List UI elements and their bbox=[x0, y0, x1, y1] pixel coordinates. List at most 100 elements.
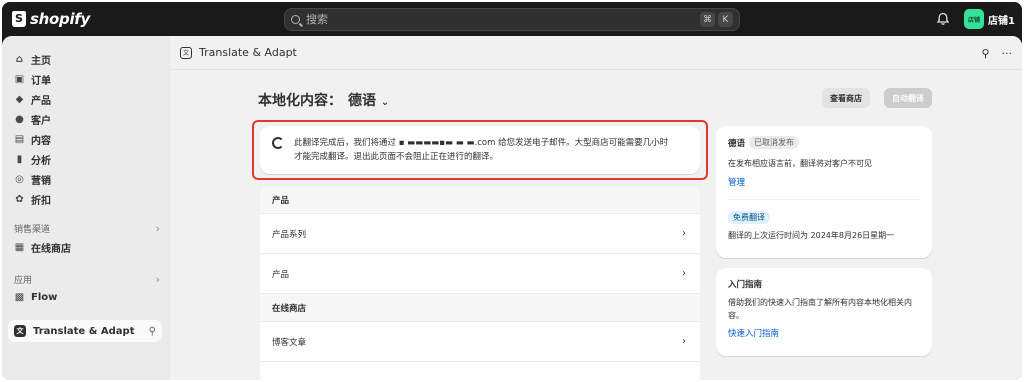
section-label: 产品 bbox=[272, 195, 290, 206]
sidebar-item-label: Flow bbox=[31, 291, 58, 303]
language-label: 德语 bbox=[348, 93, 376, 109]
sidebar-item-label: 在线商店 bbox=[31, 243, 71, 255]
sidebar-item-label: 内容 bbox=[31, 135, 51, 147]
getting-started-card: 入门指南 借助我们的快速入门指南了解所有内容本地化相关内容。 快速入门指南 bbox=[716, 268, 932, 356]
language-selector[interactable]: 德语 ⌄ bbox=[348, 90, 389, 110]
sidebar-item-discounts[interactable]: ✿ 折扣 bbox=[14, 190, 51, 208]
sidebar-item-customers[interactable]: ● 客户 bbox=[14, 110, 51, 128]
card-description: 在发布相应语言前，翻译将对客户不可见 bbox=[728, 159, 872, 168]
home-icon: ⌂ bbox=[15, 53, 24, 65]
auto-translate-button[interactable]: 自动翻译 bbox=[884, 88, 932, 108]
sidebar-item-label: 主页 bbox=[31, 55, 51, 67]
shopify-logo[interactable]: shopify bbox=[12, 10, 90, 28]
section-label: 应用 bbox=[14, 276, 33, 286]
divider bbox=[728, 199, 920, 200]
sidebar-item-label: 折扣 bbox=[31, 195, 51, 207]
sidebar-item-orders[interactable]: ▣ 订单 bbox=[14, 70, 51, 88]
free-translation-badge: 免费翻译 bbox=[728, 211, 770, 224]
list-item-blog-posts[interactable]: 博客文章 › bbox=[260, 322, 700, 362]
sidebar-item-flow[interactable]: ▩ Flow bbox=[14, 288, 58, 306]
chevron-right-icon: › bbox=[155, 222, 160, 235]
sales-channels-section[interactable]: 销售渠道 › bbox=[14, 222, 160, 235]
manage-link[interactable]: 管理 bbox=[728, 176, 920, 188]
translate-app-icon: 文 bbox=[180, 46, 192, 59]
sidebar-item-translate-adapt[interactable]: 文 Translate & Adapt ⚲ bbox=[8, 320, 162, 342]
discount-icon: ✿ bbox=[15, 193, 24, 205]
shopify-bag-icon bbox=[12, 11, 26, 27]
storefront-icon: ▦ bbox=[14, 241, 25, 253]
translate-app-icon: 文 bbox=[14, 325, 26, 337]
sidebar-item-online-store[interactable]: ▦ 在线商店 bbox=[14, 238, 71, 256]
page-title-text: 本地化内容： bbox=[258, 93, 342, 109]
list-section-header: 产品 bbox=[260, 186, 700, 214]
store-menu-button[interactable]: 店铺 店铺1 bbox=[964, 9, 1015, 29]
chevron-right-icon: › bbox=[155, 273, 160, 286]
chevron-right-icon: › bbox=[682, 336, 686, 347]
sidebar: ⌂ 主页 ▣ 订单 ◆ 产品 ● 客户 ▤ 内容 ▮ 分析 ◎ 营销 ✿ 折扣 … bbox=[2, 36, 170, 380]
logo-text: shopify bbox=[30, 10, 90, 28]
last-run-text: 翻译的上次运行时间为 2024年8月26日星期一 bbox=[728, 231, 895, 240]
list-item-label: 博客文章 bbox=[272, 337, 307, 348]
person-icon: ● bbox=[15, 113, 24, 125]
page-title: 本地化内容： 德语 ⌄ bbox=[258, 90, 389, 110]
sidebar-item-label: 营销 bbox=[31, 175, 51, 187]
pin-icon[interactable]: ⚲ bbox=[149, 326, 156, 337]
search-bar[interactable]: ⌘ K bbox=[284, 8, 740, 31]
list-section-header: 在线商店 bbox=[260, 294, 700, 322]
resource-list-card: 产品 产品系列 › 产品 › 在线商店 博客文章 › bbox=[260, 186, 700, 380]
search-icon bbox=[291, 15, 300, 24]
section-label: 销售渠道 bbox=[14, 225, 51, 235]
list-item-label: 产品系列 bbox=[272, 229, 307, 240]
tag-icon: ◆ bbox=[15, 93, 24, 105]
card-header: 德语 已取消发布 bbox=[728, 136, 920, 149]
chevron-right-icon: › bbox=[682, 268, 686, 279]
banner-line-1: 此翻译完成后，我们将通过 ▪ ▬▬▬▬▪▬ ▬ ▬.com 给您发送电子邮件。大… bbox=[294, 138, 669, 148]
top-bar: shopify ⌘ K 店铺 店铺1 bbox=[2, 2, 1022, 36]
section-label: 在线商店 bbox=[272, 303, 307, 314]
admin-shell: ⌂ 主页 ▣ 订单 ◆ 产品 ● 客户 ▤ 内容 ▮ 分析 ◎ 营销 ✿ 折扣 … bbox=[2, 36, 1022, 380]
sidebar-item-analytics[interactable]: ▮ 分析 bbox=[14, 150, 51, 168]
card-title: 入门指南 bbox=[728, 280, 763, 290]
notification-bell-icon[interactable] bbox=[936, 12, 950, 26]
list-item-products[interactable]: 产品 › bbox=[260, 254, 700, 294]
app-title: Translate & Adapt bbox=[199, 46, 297, 59]
chevron-right-icon: › bbox=[682, 228, 686, 239]
search-input[interactable] bbox=[306, 13, 697, 26]
banner-line-2: 才能完成翻译。退出此页面不会阻止正在进行的翻译。 bbox=[294, 152, 499, 162]
status-badge: 已取消发布 bbox=[749, 136, 800, 149]
card-title: 德语 bbox=[728, 138, 746, 149]
orders-icon: ▣ bbox=[14, 73, 25, 85]
language-status-card: 德语 已取消发布 在发布相应语言前，翻译将对客户不可见 管理 免费翻译 翻译的上… bbox=[716, 126, 932, 258]
sidebar-item-label: 订单 bbox=[31, 75, 51, 87]
marketing-icon: ◎ bbox=[15, 173, 24, 185]
apps-section[interactable]: 应用 › bbox=[14, 273, 160, 286]
pin-icon[interactable]: ⚲ bbox=[981, 47, 989, 60]
sidebar-item-marketing[interactable]: ◎ 营销 bbox=[14, 170, 51, 188]
sidebar-item-products[interactable]: ◆ 产品 bbox=[14, 90, 51, 108]
sidebar-item-label: 客户 bbox=[31, 115, 51, 127]
shortcut-key-k: K bbox=[718, 12, 733, 27]
store-avatar: 店铺 bbox=[964, 9, 984, 29]
content-icon: ▤ bbox=[14, 133, 25, 145]
banner-message: 此翻译完成后，我们将通过 ▪ ▬▬▬▬▪▬ ▬ ▬.com 给您发送电子邮件。大… bbox=[294, 136, 668, 164]
flow-app-icon: ▩ bbox=[14, 291, 25, 303]
header-actions: ⚲ ··· bbox=[981, 47, 1012, 60]
analytics-icon: ▮ bbox=[16, 153, 23, 165]
card-description: 借助我们的快速入门指南了解所有内容本地化相关内容。 bbox=[728, 298, 912, 320]
sidebar-item-label: 分析 bbox=[31, 155, 51, 167]
shortcut-key-cmd: ⌘ bbox=[700, 12, 715, 27]
sidebar-item-label: 产品 bbox=[31, 95, 51, 107]
quick-start-link[interactable]: 快速入门指南 bbox=[728, 327, 920, 339]
chevron-down-icon: ⌄ bbox=[380, 97, 390, 108]
list-item-collections[interactable]: 产品系列 › bbox=[260, 214, 700, 254]
sidebar-item-label: Translate & Adapt bbox=[33, 325, 135, 337]
app-window: shopify ⌘ K 店铺 店铺1 ⌂ 主页 ▣ 订单 bbox=[2, 2, 1022, 380]
app-header: 文 Translate & Adapt ⚲ ··· bbox=[170, 36, 1022, 70]
sidebar-item-content[interactable]: ▤ 内容 bbox=[14, 130, 51, 148]
spinner-icon bbox=[272, 137, 284, 149]
sidebar-item-home[interactable]: ⌂ 主页 bbox=[14, 50, 51, 68]
list-item-label: 产品 bbox=[272, 269, 290, 280]
more-actions-icon[interactable]: ··· bbox=[1002, 47, 1013, 60]
view-store-button[interactable]: 查看商店 bbox=[822, 88, 870, 108]
store-name: 店铺1 bbox=[988, 15, 1015, 27]
